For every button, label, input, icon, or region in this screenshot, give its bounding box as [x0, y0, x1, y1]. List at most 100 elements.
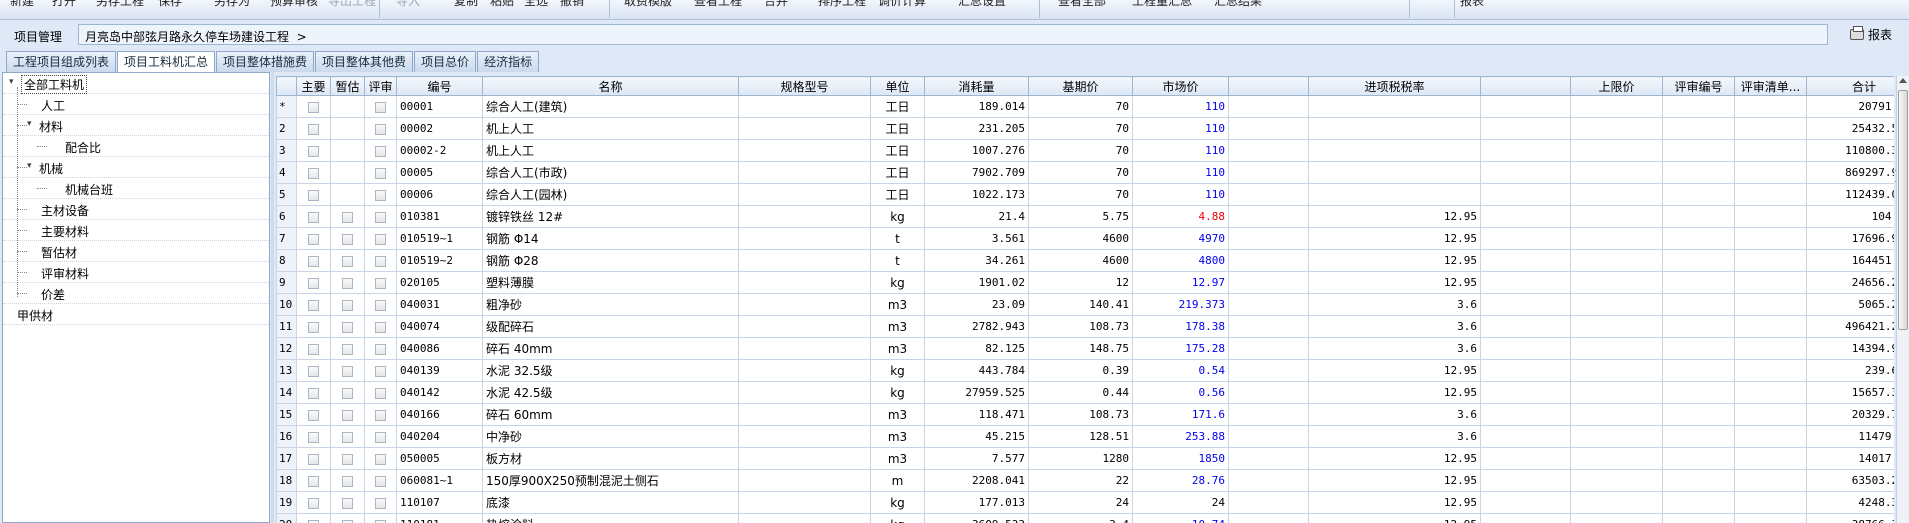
- main-checkbox[interactable]: [308, 431, 319, 443]
- code-cell[interactable]: 00002: [396, 117, 483, 140]
- toolbar-button[interactable]: 打开: [52, 0, 76, 9]
- review-list-cell[interactable]: [1734, 403, 1807, 426]
- unit-cell[interactable]: m: [870, 469, 925, 492]
- main-checkbox[interactable]: [308, 409, 319, 421]
- tax-rate-cell[interactable]: 3.6: [1308, 403, 1481, 426]
- table-row[interactable]: 15 040166 碎石 60mm m3 118.471 108.73 171.6 3.6 20…: [276, 403, 1894, 426]
- review-list-cell[interactable]: [1734, 425, 1807, 448]
- unit-cell[interactable]: m3: [870, 337, 925, 360]
- market-price-cell[interactable]: 10.74: [1132, 513, 1229, 523]
- market-price-cell[interactable]: 219.373: [1132, 293, 1229, 316]
- scroll-up-icon[interactable]: [1899, 78, 1907, 83]
- review-code-cell[interactable]: [1662, 425, 1735, 448]
- review-list-cell[interactable]: [1734, 205, 1807, 228]
- tax-rate-cell[interactable]: 12.95: [1308, 249, 1481, 272]
- table-row[interactable]: 5 00006综合人工(园林) 工日1022.17370110 112439.0735: [276, 183, 1894, 206]
- expand-toggle-icon[interactable]: ▾: [9, 78, 18, 87]
- upper-limit-cell[interactable]: [1570, 183, 1663, 206]
- tree-item[interactable]: 评审材料: [3, 262, 269, 283]
- main-checkbox[interactable]: [308, 321, 319, 333]
- toolbar-button[interactable]: 全选: [524, 0, 548, 9]
- quantity-cell[interactable]: 177.013: [924, 491, 1029, 514]
- tax-rate-cell[interactable]: 12.95: [1308, 447, 1481, 470]
- review-list-cell[interactable]: [1734, 469, 1807, 492]
- name-cell[interactable]: 钢筋 Φ28: [482, 249, 739, 272]
- estimate-checkbox-cell[interactable]: [330, 293, 365, 316]
- market-price-cell[interactable]: 1850: [1132, 447, 1229, 470]
- table-row[interactable]: 9 020105塑料薄膜 kg1901.021212.97 12.95 24656.22…: [276, 271, 1894, 294]
- report-button[interactable]: 报表: [1850, 26, 1892, 43]
- unit-cell[interactable]: 工日: [870, 117, 925, 140]
- spec-cell[interactable]: [738, 469, 871, 492]
- market-price-cell[interactable]: 178.38: [1132, 315, 1229, 338]
- tree-item[interactable]: 机械台班: [3, 178, 269, 199]
- tax-rate-cell[interactable]: 12.95: [1308, 491, 1481, 514]
- main-checkbox-cell[interactable]: [296, 359, 331, 382]
- base-price-cell[interactable]: 108.73: [1028, 403, 1133, 426]
- estimate-checkbox[interactable]: [342, 475, 353, 487]
- tax-rate-cell[interactable]: 3.6: [1308, 425, 1481, 448]
- column-header[interactable]: 消耗量: [924, 76, 1029, 96]
- base-price-cell[interactable]: 0.44: [1028, 381, 1133, 404]
- review-checkbox[interactable]: [375, 343, 386, 355]
- base-price-cell[interactable]: 22: [1028, 469, 1133, 492]
- estimate-checkbox-cell[interactable]: [330, 403, 365, 426]
- base-price-cell[interactable]: 70: [1028, 117, 1133, 140]
- estimate-checkbox[interactable]: [342, 343, 353, 355]
- review-checkbox[interactable]: [375, 365, 386, 377]
- estimate-checkbox-cell[interactable]: [330, 447, 365, 470]
- review-code-cell[interactable]: [1662, 315, 1735, 338]
- base-price-cell[interactable]: 140.41: [1028, 293, 1133, 316]
- main-checkbox[interactable]: [308, 277, 319, 289]
- market-price-cell[interactable]: 253.88: [1132, 425, 1229, 448]
- upper-limit-cell[interactable]: [1570, 139, 1663, 162]
- quantity-cell[interactable]: 2782.943: [924, 315, 1029, 338]
- estimate-checkbox[interactable]: [342, 277, 353, 289]
- unit-cell[interactable]: t: [870, 227, 925, 250]
- review-code-cell[interactable]: [1662, 117, 1735, 140]
- market-price-cell[interactable]: 110: [1132, 117, 1229, 140]
- main-checkbox[interactable]: [308, 365, 319, 377]
- estimate-checkbox[interactable]: [342, 233, 353, 245]
- tab-1[interactable]: 项目工料机汇总: [117, 51, 216, 73]
- code-cell[interactable]: 010381: [396, 205, 483, 228]
- review-checkbox-cell[interactable]: [364, 271, 397, 294]
- estimate-checkbox[interactable]: [342, 365, 353, 377]
- tree-item[interactable]: 配合比: [3, 136, 269, 157]
- base-price-cell[interactable]: 70: [1028, 95, 1133, 118]
- review-checkbox-cell[interactable]: [364, 161, 397, 184]
- review-list-cell[interactable]: [1734, 249, 1807, 272]
- tax-rate-cell[interactable]: 12.95: [1308, 359, 1481, 382]
- code-cell[interactable]: 040142: [396, 381, 483, 404]
- review-code-cell[interactable]: [1662, 183, 1735, 206]
- upper-limit-cell[interactable]: [1570, 95, 1663, 118]
- review-checkbox[interactable]: [375, 519, 386, 523]
- quantity-cell[interactable]: 1022.173: [924, 183, 1029, 206]
- spec-cell[interactable]: [738, 205, 871, 228]
- tree-item[interactable]: ▾ 机械: [3, 157, 269, 178]
- upper-limit-cell[interactable]: [1570, 403, 1663, 426]
- review-list-cell[interactable]: [1734, 447, 1807, 470]
- base-price-cell[interactable]: 12: [1028, 271, 1133, 294]
- review-checkbox[interactable]: [375, 497, 386, 509]
- spec-cell[interactable]: [738, 403, 871, 426]
- estimate-checkbox[interactable]: [342, 255, 353, 267]
- tax-rate-cell[interactable]: 12.95: [1308, 271, 1481, 294]
- main-checkbox-cell[interactable]: [296, 403, 331, 426]
- toolbar-button[interactable]: 取费模版: [624, 0, 672, 9]
- tax-rate-cell[interactable]: [1308, 161, 1481, 184]
- column-header[interactable]: 合计: [1806, 76, 1894, 96]
- estimate-checkbox-cell[interactable]: [330, 117, 365, 140]
- main-checkbox-cell[interactable]: [296, 337, 331, 360]
- main-checkbox-cell[interactable]: [296, 139, 331, 162]
- review-checkbox-cell[interactable]: [364, 403, 397, 426]
- unit-cell[interactable]: 工日: [870, 161, 925, 184]
- toolbar-button[interactable]: 查看工程: [694, 0, 742, 9]
- market-price-cell[interactable]: 110: [1132, 95, 1229, 118]
- toolbar-button[interactable]: 汇总结果: [1214, 0, 1262, 9]
- code-cell[interactable]: 020105: [396, 271, 483, 294]
- upper-limit-cell[interactable]: [1570, 161, 1663, 184]
- base-price-cell[interactable]: 4600: [1028, 227, 1133, 250]
- review-checkbox-cell[interactable]: [364, 425, 397, 448]
- upper-limit-cell[interactable]: [1570, 359, 1663, 382]
